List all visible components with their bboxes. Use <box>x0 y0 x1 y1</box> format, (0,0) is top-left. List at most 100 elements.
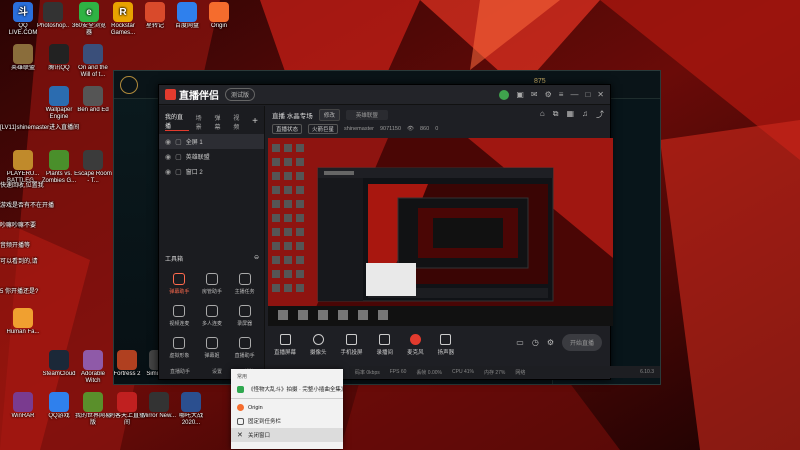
memory-status: 内存 27% <box>483 369 506 376</box>
camera-toggle-icon[interactable]: ▭ <box>516 338 524 347</box>
menu-icon[interactable]: ≡ <box>559 90 564 99</box>
edit-title-button[interactable]: 修改 <box>318 108 340 121</box>
tab-danmaku[interactable]: 弹幕 <box>214 113 226 131</box>
tab-scene[interactable]: 场景 <box>196 113 208 131</box>
desktop-icon[interactable]: e 360安全浏览器 <box>70 2 108 37</box>
app-version: 6.10.3 <box>640 369 654 375</box>
speaker-button[interactable]: 扬声器 <box>437 334 455 356</box>
desktop-icon[interactable]: Photoshop.. <box>34 2 72 37</box>
qq-live-icon: 斗 <box>13 2 33 22</box>
phone-cast-button[interactable]: 手机投屏 <box>341 334 363 356</box>
stream-preview[interactable] <box>268 138 613 326</box>
desktop-icon-label: 360安全浏览器 <box>71 23 106 36</box>
tool-button[interactable]: 弹幕姬 <box>196 337 229 359</box>
recorder-icon <box>238 305 251 317</box>
baidu-netdisk-icon <box>177 2 197 22</box>
message-icon[interactable]: ✉ <box>531 90 538 99</box>
scene-item[interactable]: ◉ ▢ 窗口 2 <box>159 164 264 179</box>
desktop-icon[interactable]: WinRAR <box>4 392 42 427</box>
record-button[interactable]: 录播间 <box>377 334 393 356</box>
document-icon <box>145 2 165 22</box>
footer-assistant[interactable]: 直播助手 <box>170 368 190 375</box>
steam-icon <box>49 350 69 370</box>
gear-icon[interactable]: ⚙ <box>547 338 554 347</box>
tool-button[interactable]: 录屏器 <box>228 305 261 327</box>
lock-icon[interactable]: ▢ <box>175 168 182 176</box>
screen-icon <box>279 334 291 345</box>
desktop-icon[interactable]: 哪吒大战 2020... <box>172 392 210 427</box>
desktop-icon[interactable]: Ori and the Will of t... <box>74 44 112 79</box>
tool-button[interactable]: 弹幕助手 <box>163 273 196 295</box>
desktop-icon[interactable]: Ben and Ed <box>74 86 112 121</box>
tool-button[interactable]: 直播助手 <box>228 337 261 359</box>
tab-video[interactable]: 视频 <box>233 113 245 131</box>
phone-cast-label: 手机投屏 <box>340 350 363 356</box>
tool-label: 录屏器 <box>237 321 253 327</box>
skin-icon[interactable]: ▣ <box>516 90 524 99</box>
desktop-icon[interactable]: QQ游戏 <box>40 392 78 427</box>
gift-icon[interactable]: ⌂ <box>540 109 545 120</box>
close-icon: ✕ <box>237 432 243 439</box>
scene-panel: 我的直播 场景 弹幕 视频 + ◉ ▢ 全屏 1 ◉ ▢ 英雄联盟 ◉ ▢ 窗口… <box>159 106 265 379</box>
desktop-icon-label: Ben and Ed <box>77 107 109 113</box>
escape-room-icon <box>83 150 103 170</box>
tool-button[interactable]: 主播任务 <box>228 273 261 295</box>
toolbox-expand-icon[interactable]: ⊖ <box>254 254 259 263</box>
version-badge[interactable]: 测试版 <box>225 88 256 101</box>
tool-button[interactable]: 虚拟形象 <box>163 337 196 359</box>
grid-icon[interactable]: ▦ <box>566 109 574 120</box>
jump-list-recent-item[interactable]: 《怪物大乱斗》拍摄 · 完整小插曲全集》 新... <box>231 382 343 396</box>
lock-icon[interactable]: ▢ <box>175 138 182 146</box>
browser-360-icon: e <box>79 2 99 22</box>
minimize-icon[interactable]: — <box>570 90 578 99</box>
danmaku-line: [LV11]shinemaster进入直播间 <box>0 125 80 131</box>
live-room-icon <box>117 392 137 412</box>
screen-source-button[interactable]: 直播屏幕 <box>274 334 296 356</box>
status-strip: 码率 0kbps FPS 60 丢帧 0.00% CPU 41% 内存 27% … <box>349 366 660 378</box>
share-icon[interactable]: ⤴ <box>596 109 604 120</box>
go-live-button[interactable]: 开始直播 <box>561 334 602 351</box>
settings-icon[interactable]: ⚙ <box>545 90 552 99</box>
desktop-icon[interactable]: 腾讯QQ <box>40 44 78 79</box>
desktop-icon[interactable]: Origin <box>200 2 238 37</box>
desktop-icon[interactable]: 我的世界网易版 <box>74 392 112 427</box>
stream-app-window[interactable]: 直播伴侣 测试版 ▣ ✉ ⚙ ≡ — □ ✕ 我的直播 场景 弹幕 视频 + ◉… <box>158 84 613 380</box>
tab-my-live[interactable]: 我的直播 <box>165 112 189 131</box>
eye-icon[interactable]: ◉ <box>165 138 171 146</box>
tool-label: 直播助手 <box>234 353 255 359</box>
timer-icon[interactable]: ◷ <box>532 338 539 347</box>
jump-list-origin[interactable]: Origin <box>231 401 343 414</box>
avatar[interactable] <box>499 89 510 100</box>
maximize-icon[interactable]: □ <box>585 90 590 99</box>
mic-button[interactable]: 麦克风 <box>407 334 424 356</box>
tool-button[interactable]: 视频连麦 <box>163 305 196 327</box>
camera-button[interactable]: 摄像头 <box>310 334 327 356</box>
bell-icon[interactable]: ♫ <box>582 109 588 120</box>
category-field[interactable]: 英雄联盟 <box>345 109 388 120</box>
source-toolbar: 直播屏幕 摄像头 手机投屏 录播间 麦克风 扬声器 ▭ ◷ ⚙ 开始直播 <box>266 328 610 358</box>
jump-list-close[interactable]: ✕ 关闭窗口 <box>231 428 343 442</box>
desktop-icon[interactable]: Wallpaper Engine <box>40 86 78 121</box>
add-scene-icon[interactable]: + <box>252 116 258 127</box>
lock-icon[interactable]: ▢ <box>175 153 182 161</box>
desktop-icon[interactable]: 英雄联盟 <box>4 44 42 79</box>
video-link-icon <box>173 305 186 317</box>
close-icon[interactable]: ✕ <box>597 90 604 99</box>
scene-item[interactable]: ◉ ▢ 全屏 1 <box>159 134 264 149</box>
desktop-icon[interactable]: Adorable Witch <box>74 350 112 385</box>
eye-icon[interactable]: ◉ <box>165 153 171 161</box>
moderator-icon <box>205 273 218 285</box>
speaker-label: 扬声器 <box>437 350 455 356</box>
share-screen-icon[interactable]: ⧉ <box>553 109 559 120</box>
tool-button[interactable]: 房管助手 <box>196 273 229 295</box>
desktop-icon[interactable]: SteamCloud <box>40 350 78 385</box>
toolbox: 工具箱 ⊖ 弹幕助手 房管助手 主播任务 视频连麦 多人连麦 录屏器 虚拟形象 弹幕姬 直播助手 <box>159 254 265 359</box>
origin-icon <box>237 404 244 411</box>
footer-settings[interactable]: 设置 <box>212 368 222 375</box>
tool-button[interactable]: 多人连麦 <box>196 305 229 327</box>
eye-icon[interactable]: ◉ <box>165 168 171 176</box>
room-title-bar: 直播 水晶专场 修改 英雄联盟 ⌂ ⧉ ▦ ♫ ⤴ <box>266 106 610 123</box>
jump-list-pin[interactable]: 固定到任务栏 <box>231 414 343 428</box>
scene-item[interactable]: ◉ ▢ 英雄联盟 <box>159 149 264 164</box>
desktop-icon[interactable]: Human Fa... <box>4 308 42 343</box>
